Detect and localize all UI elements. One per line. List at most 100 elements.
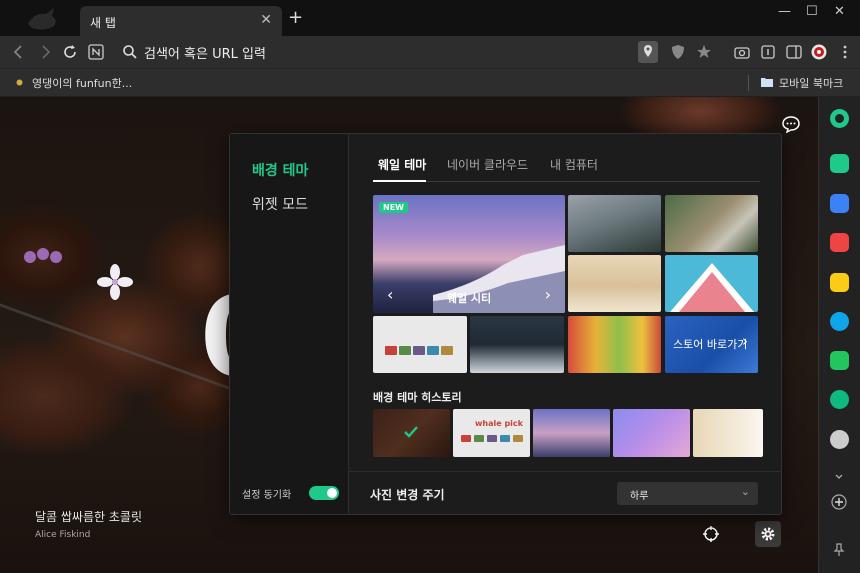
- mini-thumb: [441, 346, 453, 355]
- store-shortcut-label: 스토어 바로가기: [673, 338, 748, 351]
- location-icon[interactable]: [638, 41, 658, 63]
- sync-toggle[interactable]: [309, 486, 339, 500]
- footer-divider: [349, 471, 782, 472]
- theme-tile-tent[interactable]: [665, 195, 758, 252]
- tab-whale-theme[interactable]: 웨일 테마: [378, 156, 426, 173]
- mini-thumb: [487, 435, 497, 442]
- mobile-bookmarks-link[interactable]: 모바일 북마크: [779, 75, 843, 91]
- right-sidebar: [818, 97, 860, 573]
- toggle-knob: [327, 488, 337, 498]
- toolbar: 검색어 혹은 URL 입력: [0, 36, 860, 68]
- theme-tile-room[interactable]: [568, 255, 661, 312]
- background-caption: 달콤 쌉싸름한 초콜릿: [35, 510, 142, 524]
- theme-tile-snow-forest[interactable]: [470, 316, 564, 373]
- bookmark-favicon-icon: [16, 79, 23, 86]
- maximize-button[interactable]: ☐: [806, 4, 818, 19]
- pink-roof-icon: [670, 263, 754, 312]
- settings-button[interactable]: [755, 521, 781, 547]
- tab-my-computer[interactable]: 내 컴퓨터: [550, 156, 598, 173]
- reload-icon[interactable]: [61, 43, 79, 61]
- notification-bell-icon[interactable]: [830, 154, 849, 173]
- theme-tile-pink-house[interactable]: [665, 255, 758, 312]
- tab-divider: [373, 181, 760, 182]
- work-bag-icon[interactable]: [830, 194, 849, 213]
- tab-close-icon[interactable]: ✕: [260, 12, 272, 28]
- edge-browser-icon[interactable]: [830, 312, 849, 331]
- gear-icon: [761, 527, 775, 541]
- featured-next-icon[interactable]: ›: [545, 285, 551, 304]
- history-tile-room[interactable]: [693, 409, 763, 457]
- whale-pick-label: whale pick: [475, 419, 523, 428]
- bookmark-divider: [748, 75, 749, 91]
- background-theme-panel: 배경 테마 위젯 모드 설정 동기화 웨일 테마 네이버 클라우드 내 컴퓨터 …: [229, 133, 782, 515]
- location-target-icon[interactable]: [702, 525, 720, 543]
- pocket-icon[interactable]: [830, 233, 849, 252]
- mini-thumb: [500, 435, 510, 442]
- mini-thumb: [427, 346, 439, 355]
- translate-icon[interactable]: [830, 430, 849, 449]
- store-shortcut-tile[interactable]: 스토어 바로가기 ›: [665, 316, 758, 373]
- active-tab-underline: [373, 180, 426, 182]
- add-app-icon[interactable]: [831, 494, 847, 510]
- change-cycle-select[interactable]: 하루 ⌄: [617, 482, 758, 505]
- tab-new-tab[interactable]: 새 탭 ✕: [80, 6, 282, 36]
- whale-logo-icon: [28, 8, 56, 30]
- mode-widget[interactable]: 위젯 모드: [252, 194, 308, 214]
- tab-naver-cloud[interactable]: 네이버 클라우드: [447, 156, 528, 173]
- sync-label: 설정 동기화: [242, 490, 292, 501]
- mini-thumb: [513, 435, 523, 442]
- profile-avatar-icon[interactable]: [810, 43, 828, 61]
- featured-prev-icon[interactable]: ‹: [387, 285, 393, 304]
- mini-thumb: [474, 435, 484, 442]
- minimize-button[interactable]: —: [778, 4, 791, 19]
- tab-title: 새 탭: [90, 16, 116, 30]
- featured-theme-tile[interactable]: NEW 웨일 시티 ‹ ›: [373, 195, 565, 313]
- address-input[interactable]: 검색어 혹은 URL 입력: [144, 43, 266, 62]
- bookmarks-bar: 영댕이의 funfun한... 모바일 북마크: [0, 68, 860, 96]
- new-tab-button[interactable]: +: [288, 9, 303, 27]
- flower-decoration-icon-2: [24, 248, 62, 263]
- theme-tile-whale-pick[interactable]: [373, 316, 467, 373]
- more-menu-icon[interactable]: [836, 43, 854, 61]
- capture-icon[interactable]: [733, 43, 751, 61]
- whale-ring-icon[interactable]: [830, 109, 849, 128]
- mode-background-theme[interactable]: 배경 테마: [252, 160, 308, 180]
- back-icon[interactable]: [10, 43, 28, 61]
- shield-icon[interactable]: [669, 43, 687, 61]
- mini-thumb: [385, 346, 397, 355]
- close-window-button[interactable]: ✕: [834, 4, 845, 19]
- favorites-star-icon[interactable]: [830, 273, 849, 292]
- browser-window: 새 탭 ✕ + — ☐ ✕ 검색어 혹은 URL 입력 영댕이의 funfun한…: [0, 0, 860, 573]
- selected-check-icon: [404, 426, 418, 438]
- chevron-down-icon: ⌄: [740, 485, 750, 498]
- photo-credit: Alice Fiskind: [35, 530, 91, 540]
- bookmark-star-icon[interactable]: [695, 43, 713, 61]
- bookmark-item[interactable]: 영댕이의 funfun한...: [32, 75, 132, 91]
- panel-mode-list: 배경 테마 위젯 모드 설정 동기화: [230, 134, 349, 514]
- mini-thumb: [413, 346, 425, 355]
- new-badge: NEW: [379, 202, 408, 213]
- mini-thumb: [461, 435, 471, 442]
- theme-tile-drinks[interactable]: [568, 316, 661, 373]
- history-tile-whale-city[interactable]: [533, 409, 610, 457]
- search-icon: [123, 45, 137, 59]
- change-cycle-value: 하루: [630, 491, 649, 502]
- naver-icon[interactable]: [87, 43, 105, 61]
- flower-decoration-icon: [97, 264, 133, 300]
- reader-icon[interactable]: [759, 43, 777, 61]
- theme-tile-valley[interactable]: [568, 195, 661, 252]
- messenger-icon[interactable]: [830, 351, 849, 370]
- chat-bubble-icon[interactable]: [781, 115, 801, 133]
- featured-theme-name: 웨일 시티: [446, 292, 492, 305]
- change-cycle-label: 사진 변경 주기: [370, 488, 445, 502]
- expand-chevron-icon[interactable]: [834, 474, 844, 480]
- sidebar-toggle-icon[interactable]: [785, 43, 803, 61]
- history-title: 배경 테마 히스토리: [373, 391, 462, 404]
- pin-icon[interactable]: [832, 543, 846, 557]
- history-tile-gradient[interactable]: [613, 409, 690, 457]
- history-tile-whale-pick[interactable]: whale pick: [453, 409, 530, 457]
- play-icon[interactable]: [830, 390, 849, 409]
- store-arrow-icon: ›: [742, 332, 748, 350]
- forward-icon[interactable]: [36, 43, 54, 61]
- history-tile-chocolate[interactable]: [373, 409, 450, 457]
